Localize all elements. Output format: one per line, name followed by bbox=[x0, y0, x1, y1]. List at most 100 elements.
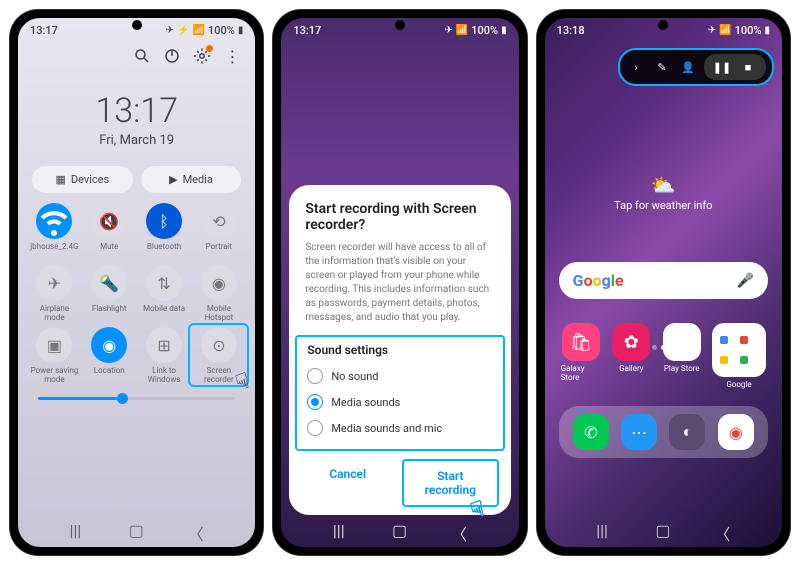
gear-icon[interactable] bbox=[193, 47, 211, 65]
brightness-slider[interactable] bbox=[38, 397, 235, 400]
link-icon: ⊞ bbox=[146, 327, 182, 363]
camera-app[interactable]: ◉ bbox=[718, 414, 754, 450]
status-icons: ✈📶100%▮ bbox=[444, 24, 506, 37]
radio-no-sound[interactable]: No sound bbox=[307, 363, 492, 389]
phone-home-recording: 13:18 ✈📶100%▮ › ✎ 👤 ❚❚ ■ ⛅ Tap for weath… bbox=[537, 10, 790, 555]
person-icon[interactable]: 👤 bbox=[678, 57, 698, 77]
phone-recorder-dialog: 13:17 ✈📶100%▮ Start recording with Scree… bbox=[273, 10, 526, 555]
app-galaxy-store[interactable]: 🛍Galaxy Store bbox=[561, 323, 601, 389]
phone-quick-settings: 13:17 ✈⚡📶100%▮ ⋮ 13:17 Fri, March 19 ▦De… bbox=[10, 10, 263, 555]
radio-icon bbox=[307, 368, 323, 384]
app-row: 🛍Galaxy Store ✿Gallery ▶Play Store Googl… bbox=[545, 299, 782, 389]
power-icon[interactable] bbox=[163, 47, 181, 65]
stop-button[interactable]: ■ bbox=[738, 57, 758, 77]
sound-settings-section: Sound settings No sound Media sounds Med… bbox=[295, 335, 504, 451]
weather-widget[interactable]: ⛅ Tap for weather info bbox=[545, 173, 782, 212]
back-button[interactable]: 〈 bbox=[188, 521, 204, 537]
camera-notch bbox=[658, 20, 668, 30]
internet-app[interactable]: ◐ bbox=[669, 414, 705, 450]
status-icons: ✈⚡📶100%▮ bbox=[166, 24, 244, 37]
radio-media-sounds[interactable]: Media sounds bbox=[307, 389, 492, 415]
airplane-icon: ✈ bbox=[36, 265, 72, 301]
dialog-body: Screen recorder will have access to all … bbox=[305, 241, 494, 325]
radio-icon-selected bbox=[307, 394, 323, 410]
tile-airplane[interactable]: ✈Airplane mode bbox=[30, 265, 79, 321]
cancel-button[interactable]: Cancel bbox=[301, 459, 394, 507]
nav-bar: ||| ▢ 〈 bbox=[18, 511, 255, 547]
battery-icon: ▣ bbox=[36, 327, 72, 363]
google-search-bar[interactable]: Google 🎤 bbox=[559, 262, 768, 299]
recorder-dialog: Start recording with Screen recorder? Sc… bbox=[289, 185, 510, 515]
gallery-icon: ✿ bbox=[612, 323, 650, 361]
back-button[interactable]: 〈 bbox=[451, 521, 467, 537]
messages-app[interactable]: ⋯ bbox=[621, 414, 657, 450]
google-logo: Google bbox=[573, 271, 624, 290]
quick-settings-grid: jbhouse_2.4G 🔇Mute ᛒBluetooth ⟲Portrait … bbox=[18, 203, 255, 383]
tile-rotation[interactable]: ⟲Portrait bbox=[194, 203, 243, 259]
home-button[interactable]: ▢ bbox=[392, 521, 408, 537]
status-time: 13:17 bbox=[293, 24, 321, 37]
more-icon[interactable]: ⋮ bbox=[223, 47, 241, 65]
recents-button[interactable]: ||| bbox=[70, 521, 86, 537]
tile-mute[interactable]: 🔇Mute bbox=[85, 203, 134, 259]
tile-wifi[interactable]: jbhouse_2.4G bbox=[30, 203, 79, 259]
hotspot-icon: ◉ bbox=[201, 265, 237, 301]
radio-icon bbox=[307, 420, 323, 436]
portrait-icon: ⟲ bbox=[201, 203, 237, 239]
data-icon: ⇅ bbox=[146, 265, 182, 301]
tile-linktowindows[interactable]: ⊞Link to Windows bbox=[140, 327, 189, 383]
flashlight-icon: 🔦 bbox=[91, 265, 127, 301]
play-icon: ▶ bbox=[169, 173, 177, 186]
pencil-icon[interactable]: ✎ bbox=[652, 57, 672, 77]
app-play-store[interactable]: ▶Play Store bbox=[662, 323, 702, 389]
tile-powersaving[interactable]: ▣Power saving mode bbox=[30, 327, 79, 383]
qs-action-row: ⋮ bbox=[18, 43, 255, 69]
chevron-right-icon[interactable]: › bbox=[626, 57, 646, 77]
nav-bar: ||| ▢ 〈 bbox=[281, 511, 518, 547]
back-button[interactable]: 〈 bbox=[714, 521, 730, 537]
recording-toolbar: › ✎ 👤 ❚❚ ■ bbox=[618, 48, 774, 86]
tile-location[interactable]: ◉Location bbox=[85, 327, 134, 383]
home-button[interactable]: ▢ bbox=[129, 521, 145, 537]
app-gallery[interactable]: ✿Gallery bbox=[611, 323, 651, 389]
search-icon[interactable] bbox=[133, 47, 151, 65]
wifi-icon bbox=[36, 203, 72, 239]
nav-bar: ||| ▢ 〈 bbox=[545, 511, 782, 547]
tile-bluetooth[interactable]: ᛒBluetooth bbox=[140, 203, 189, 259]
clock-date: Fri, March 19 bbox=[18, 133, 255, 148]
weather-label: Tap for weather info bbox=[545, 199, 782, 212]
play-store-icon: ▶ bbox=[663, 323, 701, 361]
home-button[interactable]: ▢ bbox=[655, 521, 671, 537]
grid-icon: ▦ bbox=[56, 173, 66, 186]
bluetooth-icon: ᛒ bbox=[146, 203, 182, 239]
tile-flashlight[interactable]: 🔦Flashlight bbox=[85, 265, 134, 321]
tile-hotspot[interactable]: ◉Mobile Hotspot bbox=[194, 265, 243, 321]
mic-icon[interactable]: 🎤 bbox=[737, 273, 754, 289]
status-time: 13:17 bbox=[30, 24, 58, 37]
tile-screenrecorder[interactable]: ⊙Screen recorder ☟ bbox=[194, 327, 243, 383]
pause-button[interactable]: ❚❚ bbox=[712, 57, 732, 77]
clock: 13:17 Fri, March 19 bbox=[18, 91, 255, 148]
weather-icon: ⛅ bbox=[545, 173, 782, 197]
dock: ✆ ⋯ ◐ ◉ bbox=[559, 406, 768, 458]
galaxy-store-icon: 🛍 bbox=[562, 323, 600, 361]
devices-button[interactable]: ▦Devices bbox=[32, 166, 133, 193]
google-folder-icon bbox=[712, 323, 766, 377]
location-icon: ◉ bbox=[91, 327, 127, 363]
status-icons: ✈📶100%▮ bbox=[708, 24, 770, 37]
dialog-title: Start recording with Screen recorder? bbox=[305, 201, 494, 233]
mute-icon: 🔇 bbox=[91, 203, 127, 239]
page-indicator bbox=[545, 345, 782, 350]
start-recording-button[interactable]: Start recording ☟ bbox=[402, 459, 499, 507]
phone-app[interactable]: ✆ bbox=[573, 414, 609, 450]
recents-button[interactable]: ||| bbox=[596, 521, 612, 537]
camera-notch bbox=[395, 20, 405, 30]
media-button[interactable]: ▶Media bbox=[141, 166, 242, 193]
status-time: 13:18 bbox=[557, 24, 585, 37]
section-heading: Sound settings bbox=[307, 343, 492, 357]
app-google[interactable]: Google bbox=[712, 323, 766, 389]
tile-mobiledata[interactable]: ⇅Mobile data bbox=[140, 265, 189, 321]
clock-time: 13:17 bbox=[18, 91, 255, 131]
radio-media-and-mic[interactable]: Media sounds and mic bbox=[307, 415, 492, 441]
recents-button[interactable]: ||| bbox=[333, 521, 349, 537]
